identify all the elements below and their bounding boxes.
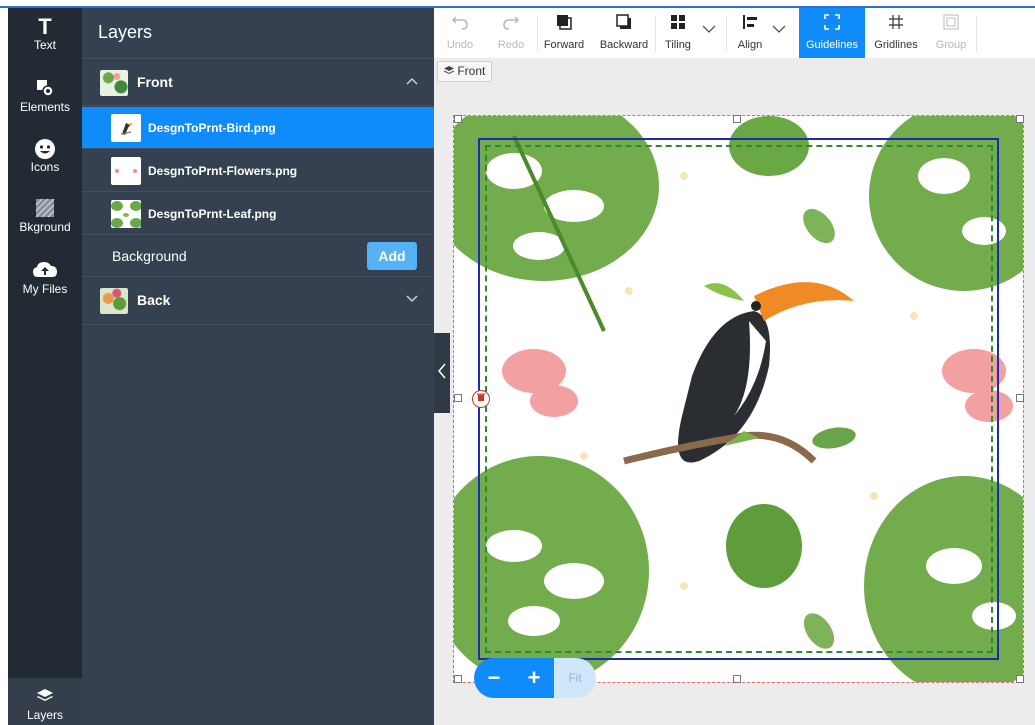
active-group-label: Front [457,64,486,78]
layer-item-flowers[interactable]: DesgnToPrnt-Flowers.png [82,150,434,192]
zoom-fit-button[interactable]: Fit [554,658,596,698]
undo-label: Undo [446,39,474,51]
rail-item-text[interactable]: T Text [8,14,82,53]
group-label: Group [935,39,967,51]
rail-item-icons[interactable]: Icons [8,138,82,174]
elements-icon [8,78,82,100]
resize-handle[interactable] [454,115,462,123]
layer-group-front[interactable]: Front [82,58,434,106]
guidelines-button[interactable]: Guidelines [799,8,865,58]
group-name: Back [137,292,171,308]
text-icon: T [38,14,52,39]
undo-icon [436,13,484,39]
panel-title: Layers [98,22,153,42]
resize-handle[interactable] [1016,115,1024,123]
gridlines-icon [866,13,926,39]
align-label: Align [737,39,763,51]
workspace: Undo Redo Forward Backward Tiling Align … [434,8,1035,725]
top-border [0,0,1035,8]
align-button[interactable]: Align [730,8,770,58]
collapse-panel-button[interactable] [434,333,450,413]
background-label: Background [112,248,187,264]
layer-thumbnail [111,157,141,185]
toolbar-divider [726,16,727,52]
tool-rail: T Text Elements Icons Bkground My Files … [8,8,82,725]
align-left-icon [730,13,770,39]
gridlines-label: Gridlines [874,39,918,51]
send-backward-icon [596,13,652,39]
add-background-button[interactable]: Add [367,242,417,270]
tiling-dropdown-icon[interactable] [702,22,716,36]
tiling-label: Tiling [665,39,691,51]
guidelines-label: Guidelines [806,39,858,51]
group-name: Front [137,74,173,90]
resize-handle[interactable] [454,675,462,683]
resize-handle[interactable] [1016,675,1024,683]
rail-item-text-label: Text [33,38,56,52]
layer-name: DesgnToPrnt-Bird.png [148,121,276,135]
resize-handle[interactable] [733,115,741,123]
zoom-out-button[interactable]: − [474,658,514,698]
layers-panel: Layers Front DesgnToPrnt-Bird.png DesgnT… [82,8,434,725]
resize-handle[interactable] [1016,394,1024,402]
delete-icon[interactable] [472,390,490,408]
background-row: Background Add [82,235,434,277]
rail-item-elements-label: Elements [19,100,71,114]
rail-item-background[interactable]: Bkground [8,198,82,234]
redo-label: Redo [497,39,525,51]
layers-icon [8,688,82,706]
group-icon [928,13,974,39]
layers-icon [444,64,457,78]
cloud-upload-icon [8,260,82,282]
layer-name: DesgnToPrnt-Leaf.png [148,207,277,221]
rail-item-my-files-label: My Files [22,282,68,296]
rail-item-my-files[interactable]: My Files [8,260,82,296]
tiling-button[interactable]: Tiling [658,8,698,58]
toolbar-divider [655,16,656,52]
chevron-up-icon[interactable] [406,73,418,88]
trim-guide [485,145,993,653]
undo-button[interactable]: Undo [436,8,484,58]
chevron-left-icon [438,363,446,379]
zoom-control: − + Fit [474,658,596,698]
layer-thumbnail [111,114,141,142]
bring-forward-icon [538,13,590,39]
redo-button[interactable]: Redo [486,8,536,58]
resize-handle[interactable] [733,675,741,683]
group-button[interactable]: Group [928,8,974,58]
rail-item-layers-label: Layers [26,708,64,722]
forward-label: Forward [543,39,585,51]
layer-group-back[interactable]: Back [82,277,434,325]
zoom-in-button[interactable]: + [514,658,554,698]
guidelines-icon [799,13,865,39]
layer-item-bird[interactable]: DesgnToPrnt-Bird.png [82,107,434,149]
backward-label: Backward [599,39,649,51]
smiley-icon [8,138,82,160]
layer-thumbnail [111,200,141,228]
rail-item-layers[interactable]: Layers [8,678,82,725]
app: T Text Elements Icons Bkground My Files … [0,0,1035,725]
rail-item-elements[interactable]: Elements [8,78,82,114]
active-group-chip[interactable]: Front [437,61,493,82]
group-thumbnail [100,288,128,314]
align-dropdown-icon[interactable] [772,22,786,36]
rail-item-icons-label: Icons [30,160,60,174]
background-icon [8,198,82,220]
redo-icon [486,13,536,39]
toolbar: Undo Redo Forward Backward Tiling Align … [434,8,1035,58]
backward-button[interactable]: Backward [596,8,652,58]
layer-name: DesgnToPrnt-Flowers.png [148,164,298,178]
rail-item-background-label: Bkground [19,220,71,234]
resize-handle[interactable] [454,394,462,402]
gridlines-button[interactable]: Gridlines [866,8,926,58]
forward-button[interactable]: Forward [538,8,590,58]
chevron-down-icon[interactable] [406,291,418,306]
toolbar-divider [976,16,977,52]
tiling-icon [658,13,698,39]
layer-item-leaf[interactable]: DesgnToPrnt-Leaf.png [82,193,434,235]
group-thumbnail [100,70,128,96]
